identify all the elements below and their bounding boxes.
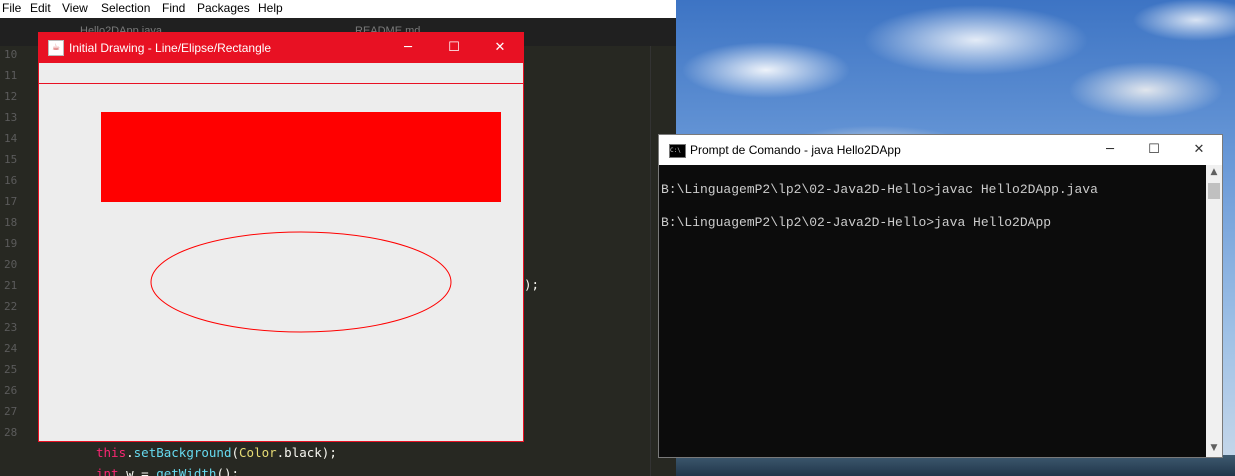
java-app-icon: ☕ — [48, 40, 64, 56]
menu-find[interactable]: Find — [162, 1, 185, 15]
cmd-scrollbar[interactable]: ▲ ▼ — [1206, 165, 1222, 457]
scroll-down-icon[interactable]: ▼ — [1206, 443, 1222, 453]
menu-selection[interactable]: Selection — [101, 1, 150, 15]
menu-view[interactable]: View — [62, 1, 88, 15]
menu-edit[interactable]: Edit — [30, 1, 51, 15]
console-line: B:\LinguagemP2\lp2\02-Java2D-Hello>java … — [661, 215, 1052, 230]
code-token: . — [126, 445, 134, 460]
code-token: w = — [118, 466, 157, 476]
maximize-button[interactable]: ☐ — [1131, 135, 1177, 165]
drawing-canvas — [101, 112, 501, 333]
scroll-thumb[interactable] — [1208, 183, 1220, 199]
cmd-app-icon: C:\ — [669, 144, 686, 158]
code-line-setbackground: this.setBackground(Color.black); — [96, 445, 337, 460]
maximize-button[interactable]: ☐ — [431, 33, 477, 63]
code-token: setBackground — [133, 445, 232, 460]
cmd-window-title: Prompt de Comando - java Hello2DApp — [690, 143, 901, 157]
desktop-wallpaper-sea — [676, 455, 1235, 476]
console-line: B:\LinguagemP2\lp2\02-Java2D-Hello>javac… — [661, 182, 1098, 197]
java-window-titlebar[interactable]: ☕ Initial Drawing - Line/Elipse/Rectangl… — [39, 33, 523, 63]
code-token: .black); — [276, 445, 337, 460]
close-button[interactable]: ✕ — [477, 33, 523, 63]
menu-packages[interactable]: Packages — [197, 1, 250, 15]
java-window-title: Initial Drawing - Line/Elipse/Rectangle — [69, 41, 272, 55]
command-prompt-window: C:\ Prompt de Comando - java Hello2DApp … — [658, 134, 1223, 458]
java-window-menubar — [39, 63, 523, 84]
code-token: ( — [231, 445, 240, 460]
close-button[interactable]: ✕ — [1176, 135, 1222, 165]
editor-menubar: File Edit View Selection Find Packages H… — [0, 0, 676, 18]
menu-file[interactable]: File — [2, 1, 21, 15]
minimize-button[interactable]: ─ — [1087, 135, 1133, 165]
scroll-up-icon[interactable]: ▲ — [1206, 167, 1222, 177]
code-token: getWidth — [156, 466, 217, 476]
cmd-titlebar[interactable]: C:\ Prompt de Comando - java Hello2DApp … — [659, 135, 1222, 165]
code-line-getwidth: int w = getWidth(); — [96, 466, 239, 476]
code-fragment: ); — [524, 277, 540, 292]
minimize-button[interactable]: ─ — [385, 33, 431, 63]
filled-rectangle — [101, 112, 501, 202]
code-token: int — [96, 466, 119, 476]
code-token: this — [96, 445, 127, 460]
java-drawing-window: ☕ Initial Drawing - Line/Elipse/Rectangl… — [38, 32, 524, 442]
code-token: Color — [239, 445, 277, 460]
ellipse-outline — [150, 231, 452, 333]
console-output[interactable]: B:\LinguagemP2\lp2\02-Java2D-Hello>javac… — [659, 165, 1206, 457]
code-token: (); — [216, 466, 240, 476]
menu-help[interactable]: Help — [258, 1, 283, 15]
